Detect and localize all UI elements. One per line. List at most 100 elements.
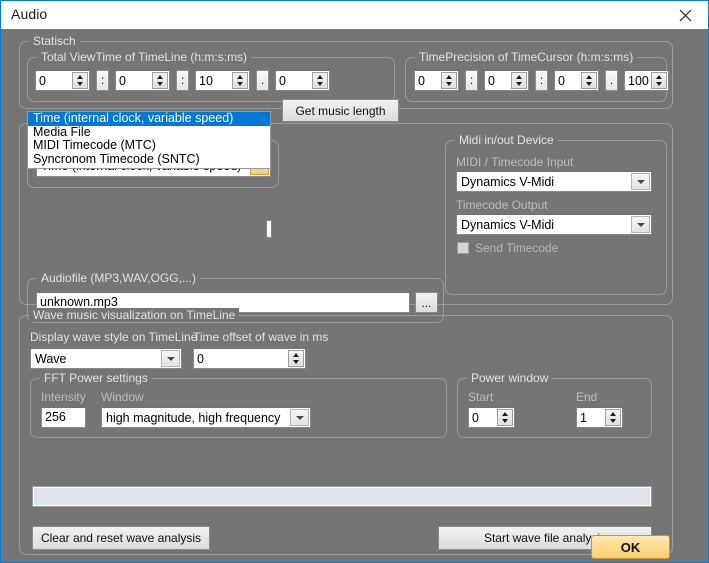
spin-down-icon[interactable] — [233, 81, 247, 89]
get-music-length-button[interactable]: Get music length — [282, 99, 399, 122]
power-end-spin-buttons[interactable] — [605, 409, 621, 426]
fft-intensity-label: Intensity — [41, 390, 86, 404]
display-wave-style-value: Wave — [35, 351, 67, 366]
dropdown-option[interactable]: Syncronom Timecode (SNTC) — [28, 153, 270, 167]
spin-up-icon[interactable] — [313, 73, 327, 81]
midi-input-combobox[interactable]: Dynamics V-Midi — [456, 171, 652, 192]
spin-up-icon[interactable] — [233, 73, 247, 81]
fft-window-combobox[interactable]: high magnitude, high frequency — [101, 407, 311, 428]
precision-minutes-spin-buttons[interactable] — [511, 72, 527, 89]
precision-seconds-value: 0 — [558, 73, 565, 88]
display-wave-style-combobox[interactable]: Wave — [30, 348, 182, 369]
total-hours-spin-buttons[interactable] — [72, 72, 88, 89]
precision-hours-spin-buttons[interactable] — [441, 72, 457, 89]
group-wave-visualization-legend: Wave music visualization on TimeLine — [29, 308, 240, 322]
dropdown-option[interactable]: MIDI Timecode (MTC) — [28, 139, 270, 153]
clear-reset-wave-analysis-button[interactable]: Clear and reset wave analysis — [32, 526, 210, 550]
spin-down-icon[interactable] — [582, 81, 596, 89]
total-millis-spin-buttons[interactable] — [312, 72, 328, 89]
precision-millis-spinner[interactable]: 100 — [624, 70, 669, 91]
group-time-precision: TimePrecision of TimeCursor (h:m:s:ms) 0… — [405, 50, 669, 102]
spin-down-icon[interactable] — [313, 81, 327, 89]
precision-hours-value: 0 — [418, 73, 425, 88]
titlebar: Audio — [1, 1, 708, 29]
spin-up-icon[interactable] — [498, 410, 512, 418]
spin-up-icon[interactable] — [512, 73, 526, 81]
group-statisch: Statisch Total ViewTime of TimeLine (h:m… — [19, 34, 673, 122]
group-statisch-legend: Statisch — [29, 34, 80, 48]
spin-up-icon[interactable] — [442, 73, 456, 81]
timecode-dropdown-list[interactable]: Time (internal clock, variable speed) Me… — [27, 111, 271, 169]
total-seconds-value: 10 — [199, 73, 213, 88]
precision-seconds-spin-buttons[interactable] — [581, 72, 597, 89]
hidden-field-behind-dropdown — [266, 220, 272, 238]
total-minutes-spinner[interactable]: 0 — [115, 70, 170, 91]
group-wave-visualization: Wave music visualization on TimeLine Dis… — [19, 308, 673, 555]
spin-down-icon[interactable] — [512, 81, 526, 89]
group-power-window-legend: Power window — [467, 371, 553, 385]
total-hours-value: 0 — [39, 73, 46, 88]
dropdown-option[interactable]: Media File — [28, 126, 270, 140]
send-timecode-checkbox[interactable]: Send Timecode — [457, 241, 558, 255]
spin-down-icon[interactable] — [652, 81, 666, 89]
wave-analysis-progressbar — [32, 486, 652, 507]
spin-down-icon[interactable] — [289, 359, 303, 367]
spin-up-icon[interactable] — [606, 410, 620, 418]
spin-down-icon[interactable] — [73, 81, 87, 89]
chevron-down-icon[interactable] — [631, 216, 650, 233]
total-seconds-spinner[interactable]: 10 — [195, 70, 250, 91]
chevron-down-icon[interactable] — [161, 350, 180, 367]
total-hours-spinner[interactable]: 0 — [35, 70, 90, 91]
timecode-output-combobox[interactable]: Dynamics V-Midi — [456, 214, 652, 235]
time-separator-2: : — [176, 70, 189, 91]
spin-up-icon[interactable] — [582, 73, 596, 81]
time-separator-1: : — [96, 70, 109, 91]
precision-minutes-spinner[interactable]: 0 — [484, 70, 529, 91]
precision-seconds-spinner[interactable]: 0 — [554, 70, 599, 91]
total-minutes-value: 0 — [119, 73, 126, 88]
chevron-down-icon[interactable] — [631, 173, 650, 190]
group-fft-power-settings: FFT Power settings Intensity 256 Window … — [30, 371, 447, 438]
send-timecode-label: Send Timecode — [475, 241, 559, 255]
spin-down-icon[interactable] — [606, 418, 620, 426]
total-seconds-spin-buttons[interactable] — [232, 72, 248, 89]
display-wave-style-label: Display wave style on TimeLine — [30, 330, 198, 344]
time-separator-3: . — [256, 70, 269, 91]
dropdown-option[interactable]: Time (internal clock, variable speed) — [28, 112, 270, 126]
precision-separator-1: : — [465, 70, 478, 91]
timecode-output-value: Dynamics V-Midi — [461, 217, 555, 232]
ok-button[interactable]: OK — [591, 535, 670, 559]
precision-separator-3: . — [605, 70, 618, 91]
time-offset-label: Time offset of wave in ms — [193, 330, 329, 344]
fft-intensity-input[interactable]: 256 — [41, 407, 86, 428]
group-midi-device-legend: Midi in/out Device — [455, 133, 558, 147]
spin-up-icon[interactable] — [153, 73, 167, 81]
precision-millis-spin-buttons[interactable] — [651, 72, 667, 89]
total-millis-value: 0 — [279, 73, 286, 88]
power-start-spin-buttons[interactable] — [497, 409, 513, 426]
time-offset-spinner[interactable]: 0 — [193, 348, 306, 369]
checkbox-box-icon — [457, 242, 469, 254]
close-icon[interactable] — [662, 1, 708, 29]
total-millis-spinner[interactable]: 0 — [275, 70, 330, 91]
group-total-viewtime-legend: Total ViewTime of TimeLine (h:m:s:ms) — [37, 50, 252, 64]
audiofile-browse-button[interactable]: ... — [415, 292, 438, 313]
spin-down-icon[interactable] — [153, 81, 167, 89]
power-end-label: End — [576, 390, 598, 404]
power-end-spinner[interactable]: 1 — [576, 407, 623, 428]
precision-hours-spinner[interactable]: 0 — [414, 70, 459, 91]
spin-down-icon[interactable] — [442, 81, 456, 89]
spin-up-icon[interactable] — [73, 73, 87, 81]
power-start-spinner[interactable]: 0 — [468, 407, 515, 428]
spin-up-icon[interactable] — [652, 73, 666, 81]
total-minutes-spin-buttons[interactable] — [152, 72, 168, 89]
chevron-down-icon[interactable] — [290, 409, 309, 426]
spin-down-icon[interactable] — [498, 418, 512, 426]
midi-input-value: Dynamics V-Midi — [461, 174, 555, 189]
group-time-precision-legend: TimePrecision of TimeCursor (h:m:s:ms) — [415, 50, 638, 64]
time-offset-spin-buttons[interactable] — [288, 350, 304, 367]
spin-up-icon[interactable] — [289, 351, 303, 359]
audio-dialog-window: Audio Statisch Total ViewTime of TimeLin… — [0, 0, 709, 563]
group-power-window: Power window Start 0 End 1 — [457, 371, 652, 438]
power-start-value: 0 — [472, 410, 479, 425]
